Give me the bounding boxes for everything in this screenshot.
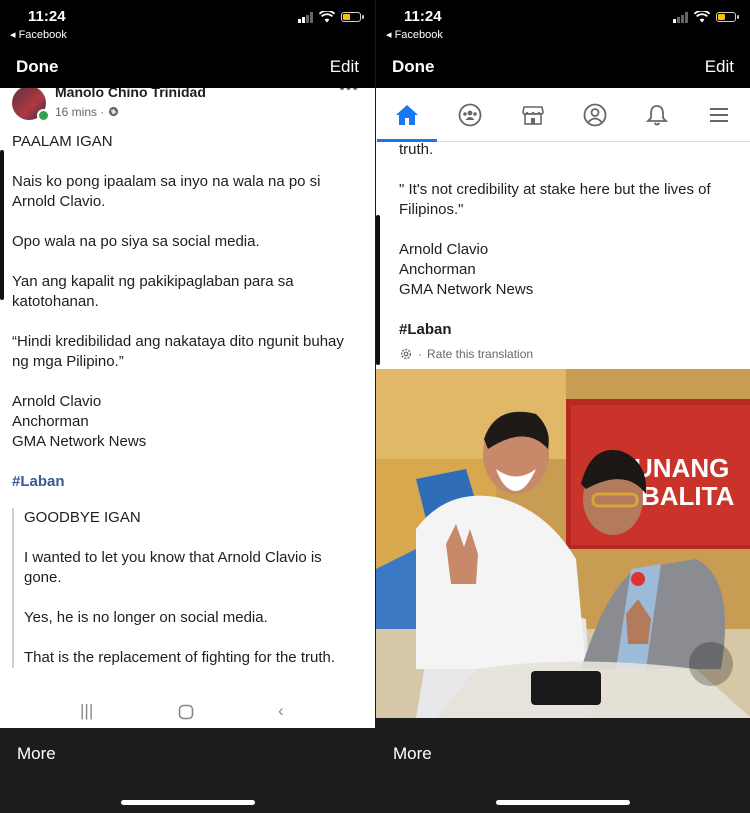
post-content: Manolo Chino Trinidad 16 mins · ••• PAAL…: [0, 88, 375, 696]
translation-paragraph: GOODBYE IGAN: [24, 509, 141, 526]
android-nav-bar: ||| ‹: [0, 696, 375, 728]
wifi-icon: [694, 11, 710, 23]
left-screenshot: 11:24 ◂ Facebook Done Edit Manolo Chino …: [0, 0, 375, 813]
edit-button[interactable]: Edit: [705, 57, 734, 77]
status-bar: 11:24 ◂ Facebook: [0, 0, 375, 46]
translation-paragraph: That is the replacement of fighting for …: [24, 649, 336, 666]
home-icon: [396, 105, 418, 125]
profile-icon: [583, 103, 607, 127]
tab-profile[interactable]: [573, 96, 617, 134]
wifi-icon: [319, 11, 335, 23]
back-to-facebook[interactable]: ◂ Facebook: [386, 28, 443, 41]
marketplace-icon: [522, 106, 544, 125]
scroll-indicator: [0, 150, 4, 300]
photo-image: UNANG BALITA: [376, 369, 750, 718]
post-text: PAALAM IGAN Nais ko pong ipaalam sa inyo…: [0, 128, 375, 668]
browser-navbar: Done Edit: [0, 46, 375, 88]
tab-home[interactable]: [377, 96, 437, 142]
post-paragraph: “Hindi kredibilidad ang nakataya dito ng…: [12, 333, 344, 370]
online-indicator: [37, 109, 50, 122]
home-indicator: [496, 800, 630, 805]
signal-icon: [673, 11, 688, 23]
signature-name: Arnold Clavio: [12, 393, 102, 410]
signature-title: Anchorman: [12, 413, 89, 430]
sign-line-2: BALITA: [641, 481, 735, 511]
groups-icon: [458, 103, 482, 127]
translated-text: truth. " It's not credibility at stake h…: [376, 140, 750, 364]
translation-paragraph: truth.: [399, 141, 434, 158]
post-paragraph: PAALAM IGAN: [12, 133, 113, 150]
translation-block: GOODBYE IGAN I wanted to let you know th…: [12, 508, 363, 668]
home-button-icon[interactable]: [178, 704, 194, 720]
post-meta: 16 mins ·: [55, 105, 119, 119]
rate-translation-label: Rate this translation: [427, 347, 534, 361]
translation-paragraph: Yes, he is no longer on social media.: [24, 609, 268, 626]
signature-network: GMA Network News: [12, 433, 147, 450]
right-screenshot: 11:24 ◂ Facebook Done Edit truth. " It's…: [375, 0, 750, 813]
post-photo[interactable]: UNANG BALITA: [376, 369, 750, 718]
back-to-facebook[interactable]: ◂ Facebook: [10, 28, 67, 41]
recent-apps-icon[interactable]: |||: [80, 701, 93, 721]
facebook-tab-bar: [376, 88, 750, 142]
author-name[interactable]: Manolo Chino Trinidad: [55, 88, 206, 100]
battery-icon: [716, 12, 739, 22]
status-time: 11:24: [404, 8, 442, 25]
hashtag-link[interactable]: #Laban: [12, 472, 363, 492]
status-bar: 11:24 ◂ Facebook: [376, 0, 750, 46]
translation-paragraph: I wanted to let you know that Arnold Cla…: [24, 549, 322, 586]
post-paragraph: Opo wala na po siya sa social media.: [12, 233, 260, 250]
bottom-toolbar: More: [376, 718, 750, 813]
done-button[interactable]: Done: [16, 57, 59, 77]
scroll-indicator: [376, 215, 380, 365]
hashtag-link[interactable]: #Laban: [399, 320, 728, 340]
post-header: Manolo Chino Trinidad 16 mins · •••: [0, 88, 375, 128]
translation-paragraph: " It's not credibility at stake here but…: [399, 181, 711, 218]
tab-notifications[interactable]: [635, 96, 679, 134]
bell-icon: [645, 105, 669, 126]
signature-network: GMA Network News: [399, 281, 534, 298]
post-content: truth. " It's not credibility at stake h…: [376, 88, 750, 718]
tab-marketplace[interactable]: [511, 96, 555, 134]
tab-menu[interactable]: [697, 96, 741, 134]
browser-navbar: Done Edit: [376, 46, 750, 88]
post-paragraph: Yan ang kapalit ng pakikipaglaban para s…: [12, 273, 294, 310]
signature-name: Arnold Clavio: [399, 241, 489, 258]
post-time: 16 mins ·: [55, 105, 105, 119]
more-button[interactable]: More: [17, 744, 56, 764]
signature: Arnold Clavio Anchorman GMA Network News: [399, 240, 728, 300]
signal-icon: [298, 11, 313, 23]
home-indicator: [120, 800, 255, 805]
more-button[interactable]: More: [393, 744, 432, 764]
status-icons: [298, 11, 364, 23]
gear-icon: [400, 348, 412, 360]
sign-text: UNANG BALITA: [634, 453, 735, 511]
battery-icon: [341, 12, 364, 22]
signature: Arnold Clavio Anchorman GMA Network News: [12, 392, 363, 452]
menu-icon: [710, 108, 728, 122]
globe-icon: [108, 106, 118, 117]
app-screen: 11:24 ◂ Facebook Done Edit Manolo Chino …: [0, 0, 750, 813]
tab-groups[interactable]: [448, 96, 492, 134]
rate-translation[interactable]: · Rate this translation: [399, 344, 728, 364]
signature-title: Anchorman: [399, 261, 476, 278]
status-time: 11:24: [28, 8, 66, 25]
post-paragraph: Nais ko pong ipaalam sa inyo na wala na …: [12, 173, 321, 210]
status-icons: [673, 11, 739, 23]
done-button[interactable]: Done: [392, 57, 435, 77]
edit-button[interactable]: Edit: [330, 57, 359, 77]
sign-line-1: UNANG: [634, 453, 729, 483]
bottom-toolbar: More: [0, 728, 375, 813]
post-options-icon[interactable]: •••: [339, 88, 359, 98]
back-icon[interactable]: ‹: [278, 701, 284, 721]
